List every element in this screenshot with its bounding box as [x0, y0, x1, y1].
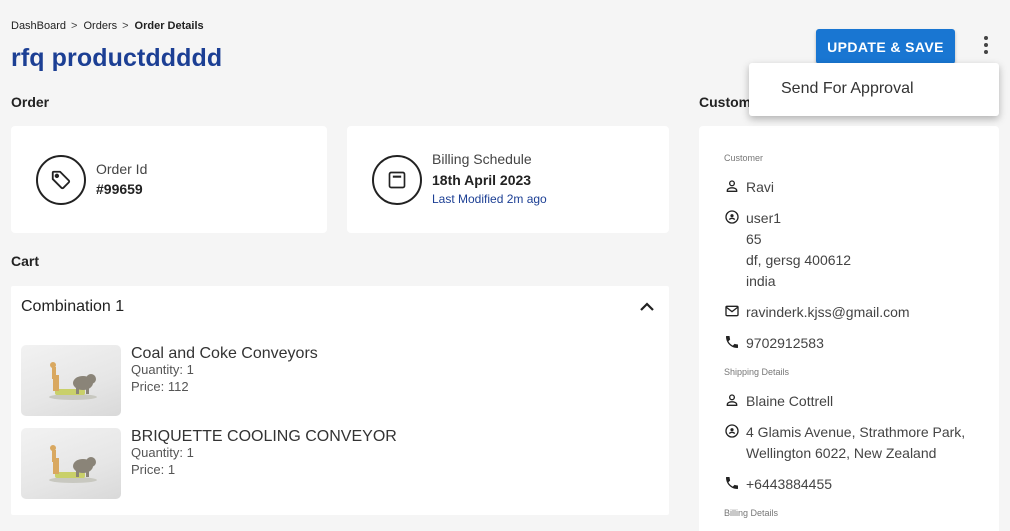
shipping-name-row: Blaine Cottrell	[724, 391, 833, 412]
product-thumbnail	[21, 428, 121, 499]
customer-name: Ravi	[746, 179, 775, 195]
chevron-up-icon[interactable]	[639, 300, 655, 312]
location-icon	[725, 424, 739, 438]
customer-phone[interactable]: 9702912583	[746, 333, 824, 354]
person-icon	[726, 180, 738, 192]
cart-item[interactable]: Coal and Coke Conveyors Quantity: 1 Pric…	[21, 345, 621, 417]
calendar-icon	[372, 155, 422, 205]
person-icon	[726, 394, 738, 406]
item-name: Coal and Coke Conveyors	[131, 345, 318, 362]
order-section-label: Order	[11, 94, 50, 110]
item-quantity: Quantity: 1	[131, 445, 194, 460]
shipping-address-line: 4 Glamis Avenue, Strathmore Park,	[746, 424, 966, 440]
cart-card: Combination 1 Coal and Coke Conveyors Qu…	[11, 286, 669, 515]
breadcrumb-separator: >	[71, 20, 78, 32]
cart-section-label: Cart	[11, 253, 40, 269]
breadcrumb-dashboard[interactable]: DashBoard	[11, 20, 66, 32]
customer-email-row: ravinderk.kjss@gmail.com	[724, 302, 910, 323]
item-price: Price: 1	[131, 462, 176, 477]
phone-icon	[726, 336, 738, 348]
product-thumbnail	[21, 345, 121, 416]
customer-address-line: user1	[746, 210, 782, 226]
actions-menu: Send For Approval	[749, 63, 999, 116]
breadcrumb-separator: >	[122, 20, 129, 32]
customer-email[interactable]: ravinderk.kjss@gmail.com	[746, 302, 910, 323]
shipping-address-line: Wellington 6022, New Zealand	[746, 445, 937, 461]
item-quantity: Quantity: 1	[131, 362, 194, 377]
page-title: rfq productddddd	[11, 44, 223, 72]
customer-name-row: Ravi	[724, 177, 774, 198]
tag-icon	[36, 155, 86, 205]
cart-item[interactable]: BRIQUETTE COOLING CONVEYOR Quantity: 1 P…	[21, 428, 621, 500]
customer-card: Customer Ravi user1 65 df, gersg 400612 …	[699, 126, 999, 531]
order-id-label: Order Id	[96, 161, 148, 177]
order-id-value: #99659	[96, 181, 143, 197]
shipping-phone[interactable]: +6443884455	[746, 474, 832, 495]
customer-phone-row: 9702912583	[724, 333, 824, 354]
customer-address-line: df, gersg 400612	[746, 252, 852, 268]
breadcrumb-current: Order Details	[134, 20, 204, 32]
order-id-card: Order Id #99659	[11, 126, 327, 233]
shipping-phone-row: +6443884455	[724, 474, 832, 495]
breadcrumb: DashBoard > Orders > Order Details	[11, 20, 204, 32]
update-save-button[interactable]: UPDATE & SAVE	[816, 29, 955, 64]
billing-schedule-card: Billing Schedule 18th April 2023 Last Mo…	[347, 126, 669, 233]
billing-schedule-label: Billing Schedule	[432, 151, 532, 167]
customer-address-line: 65	[746, 231, 762, 247]
location-icon	[725, 210, 739, 224]
shipping-name: Blaine Cottrell	[746, 393, 834, 409]
last-modified-text: Last Modified 2m ago	[432, 192, 547, 206]
shipping-address-row: 4 Glamis Avenue, Strathmore Park, Wellin…	[724, 422, 965, 464]
mail-icon	[725, 305, 739, 317]
phone-icon	[726, 477, 738, 489]
customer-address-line: india	[746, 273, 776, 289]
breadcrumb-orders[interactable]: Orders	[83, 20, 117, 32]
customer-address-row: user1 65 df, gersg 400612 india	[724, 208, 851, 292]
item-name: BRIQUETTE COOLING CONVEYOR	[131, 428, 397, 445]
combination-title: Combination 1	[21, 298, 125, 315]
shipping-details-heading: Shipping Details	[724, 367, 790, 377]
billing-details-heading: Billing Details	[724, 508, 779, 518]
customer-heading: Customer	[724, 153, 764, 163]
more-vert-icon[interactable]	[976, 34, 996, 56]
item-price: Price: 112	[131, 379, 189, 394]
send-for-approval-menu-item[interactable]: Send For Approval	[781, 80, 914, 98]
billing-schedule-date: 18th April 2023	[432, 172, 532, 188]
